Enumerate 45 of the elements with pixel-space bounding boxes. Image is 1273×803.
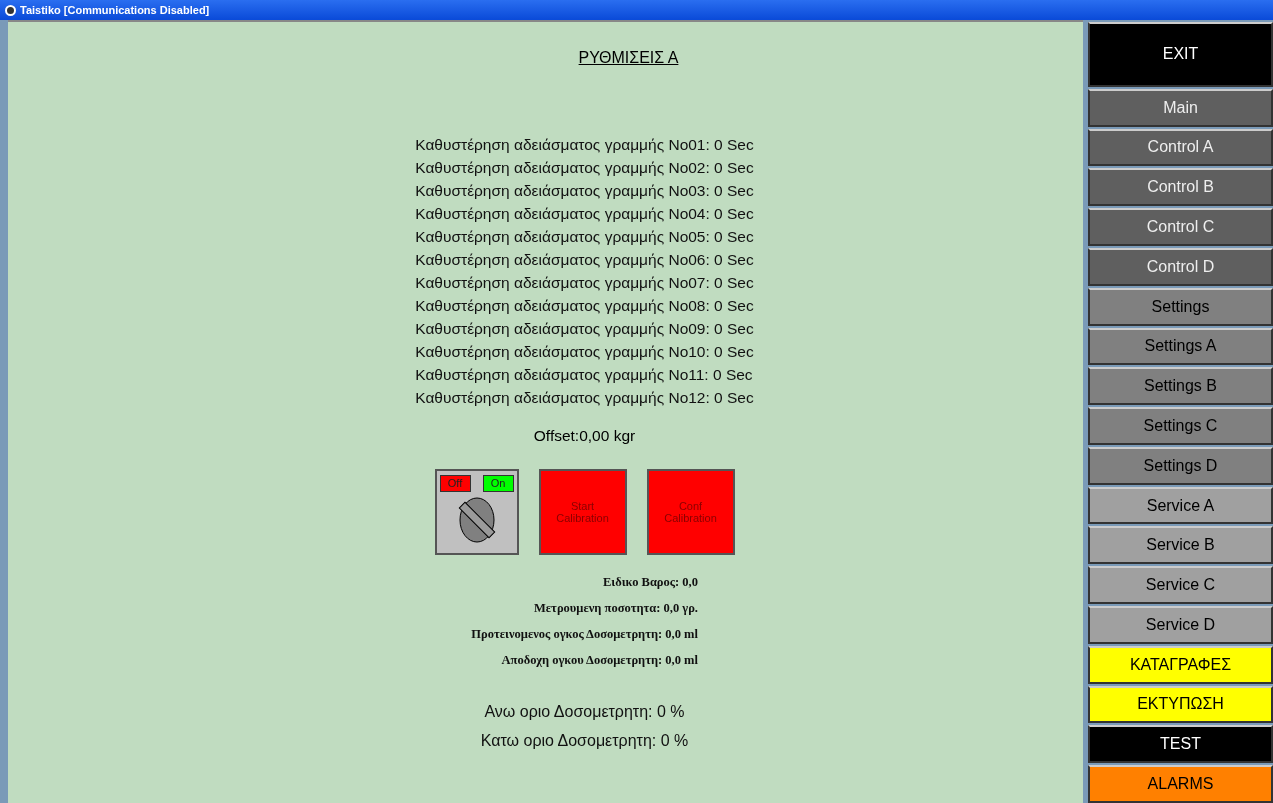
nav-button[interactable]: Main xyxy=(1088,88,1273,127)
nav-button[interactable]: Control C xyxy=(1088,208,1273,246)
measurement: Προτεινομενος ογκος Δοσομετρητη: 0,0 ml xyxy=(471,626,698,643)
nav-button[interactable]: ΕΚΤΥΠΩΣΗ xyxy=(1088,685,1273,724)
nav-button[interactable]: Settings A xyxy=(1088,327,1273,366)
delay-setting: Καθυστέρηση αδειάσματος γραμμής No06: 0 Sec xyxy=(415,250,754,270)
measurement: Μετρουμενη ποσοτητα: 0,0 γρ. xyxy=(534,600,698,617)
nav-button[interactable]: ΚΑΤΑΓΡΑΦΕΣ xyxy=(1088,645,1273,684)
nav-button[interactable]: Service A xyxy=(1088,486,1273,525)
nav-button[interactable]: ALARMS xyxy=(1088,765,1273,803)
delay-setting: Καθυστέρηση αδειάσματος γραμμής No04: 0 Sec xyxy=(415,204,754,224)
selector-switch[interactable]: Off On xyxy=(434,469,519,555)
nav-button[interactable]: Control B xyxy=(1088,168,1273,207)
window-title: Taistiko [Communications Disabled] xyxy=(20,4,210,16)
delay-setting: Καθυστέρηση αδειάσματος γραμμής No10: 0 Sec xyxy=(415,342,754,362)
app-icon xyxy=(5,4,16,16)
nav-button[interactable]: Settings B xyxy=(1088,367,1273,406)
off-label: Off xyxy=(439,475,471,492)
nav-button[interactable]: TEST xyxy=(1088,725,1273,764)
delay-setting: Καθυστέρηση αδειάσματος γραμμής No02: 0 Sec xyxy=(415,158,754,178)
nav-button[interactable]: Settings xyxy=(1088,287,1273,326)
nav-button[interactable]: Service D xyxy=(1088,605,1273,644)
delay-setting: Καθυστέρηση αδειάσματος γραμμής No08: 0 Sec xyxy=(415,296,754,316)
delay-setting: Καθυστέρηση αδειάσματος γραμμής No01: 0 Sec xyxy=(415,135,754,155)
delay-setting: Καθυστέρηση αδειάσματος γραμμής No05: 0 Sec xyxy=(415,227,754,247)
nav-button[interactable]: Service B xyxy=(1088,526,1273,565)
on-label: On xyxy=(482,475,514,492)
measurement: Αποδοχη ογκου Δοσομετρητη: 0,0 ml xyxy=(501,652,698,669)
limit-setting: Κατω οριο Δοσομετρητη: 0 % xyxy=(480,731,689,751)
limit-setting: Ανω οριο Δοσομετρητη: 0 % xyxy=(484,702,685,722)
nav-button[interactable]: Control A xyxy=(1088,128,1273,167)
knob-icon xyxy=(456,496,497,544)
delay-setting: Καθυστέρηση αδειάσματος γραμμής No03: 0 Sec xyxy=(415,181,754,201)
delay-setting: Καθυστέρηση αδειάσματος γραμμής No07: 0 Sec xyxy=(415,273,754,293)
page-title: ΡΥΘΜΙΣΕΙΣ Α xyxy=(577,49,679,67)
delay-setting: Καθυστέρηση αδειάσματος γραμμής No09: 0 Sec xyxy=(415,319,754,339)
offset-reading: Offset:0,00 kgr xyxy=(533,427,636,445)
nav-button[interactable]: Settings D xyxy=(1088,446,1273,485)
nav-button[interactable]: Settings C xyxy=(1088,407,1273,445)
measurement: Ειδικο Βαρος: 0,0 xyxy=(603,574,698,591)
nav-button[interactable]: Control D xyxy=(1088,247,1273,286)
nav-button[interactable]: Service C xyxy=(1088,566,1273,604)
delay-setting: Καθυστέρηση αδειάσματος γραμμής No12: 0 Sec xyxy=(415,388,754,408)
nav-button[interactable]: EXIT xyxy=(1088,22,1273,87)
delay-setting: Καθυστέρηση αδειάσματος γραμμής No11: 0 Sec xyxy=(415,365,754,385)
